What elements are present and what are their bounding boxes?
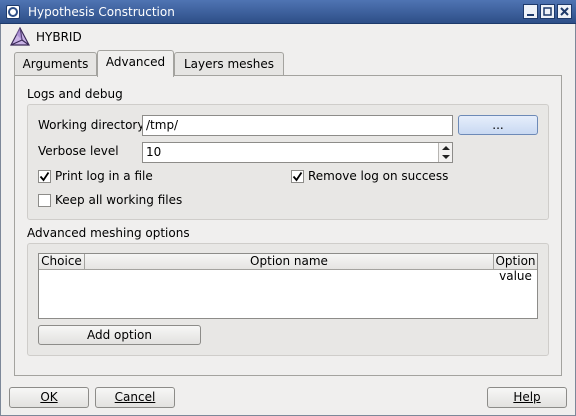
verbose-level-stepper[interactable] (438, 143, 452, 162)
column-header-choice[interactable]: Choice (39, 254, 85, 270)
column-header-option-value[interactable]: Option value (494, 254, 537, 283)
tab-label: Advanced (105, 55, 166, 69)
logs-section-title: Logs and debug (27, 87, 123, 101)
advanced-section-title: Advanced meshing options (27, 226, 190, 240)
working-directory-input[interactable]: /tmp/ (142, 115, 453, 136)
remove-log-checkbox[interactable] (291, 170, 304, 183)
keep-working-files-checkbox[interactable] (38, 194, 51, 207)
checkmark-icon (39, 172, 50, 182)
keep-working-files-label[interactable]: Keep all working files (55, 193, 182, 207)
ok-button-label: OK (40, 390, 58, 404)
ok-button[interactable]: OK (9, 387, 89, 408)
tetrahedral-mesh-icon (8, 26, 32, 48)
window-title: Hypothesis Construction (28, 5, 175, 19)
minimize-button[interactable] (523, 4, 538, 19)
remove-log-label[interactable]: Remove log on success (308, 169, 448, 183)
maximize-icon (543, 7, 552, 16)
spin-down-icon[interactable] (442, 155, 450, 159)
tab-advanced[interactable]: Advanced (97, 50, 174, 77)
spin-up-icon[interactable] (442, 146, 450, 150)
minimize-icon (527, 14, 534, 16)
help-button[interactable]: Help (487, 387, 567, 408)
verbose-level-value: 10 (146, 145, 162, 159)
tab-layers-meshes[interactable]: Layers meshes (174, 52, 284, 75)
print-log-label[interactable]: Print log in a file (55, 169, 153, 183)
tab-label: Layers meshes (183, 57, 275, 71)
hypothesis-type-label: HYBRID (36, 30, 82, 44)
print-log-checkbox[interactable] (38, 170, 51, 183)
tab-label: Arguments (22, 57, 89, 71)
browse-directory-button[interactable]: ... (458, 115, 538, 135)
cancel-button[interactable]: Cancel (95, 387, 175, 408)
verbose-level-label: Verbose level (38, 144, 119, 158)
close-button[interactable] (557, 4, 572, 19)
app-icon[interactable] (6, 5, 20, 19)
tab-arguments[interactable]: Arguments (14, 52, 97, 75)
maximize-button[interactable] (540, 4, 555, 19)
working-directory-label: Working directory (38, 118, 145, 132)
help-button-label: Help (513, 390, 541, 404)
add-option-button[interactable]: Add option (38, 325, 201, 345)
close-icon (560, 7, 569, 16)
cancel-button-label: Cancel (114, 390, 156, 404)
column-header-option-name[interactable]: Option name (85, 254, 494, 270)
checkmark-icon (292, 172, 303, 182)
options-table[interactable]: Choice Option name Option value (38, 253, 538, 319)
verbose-level-spinbox[interactable]: 10 (142, 142, 453, 163)
